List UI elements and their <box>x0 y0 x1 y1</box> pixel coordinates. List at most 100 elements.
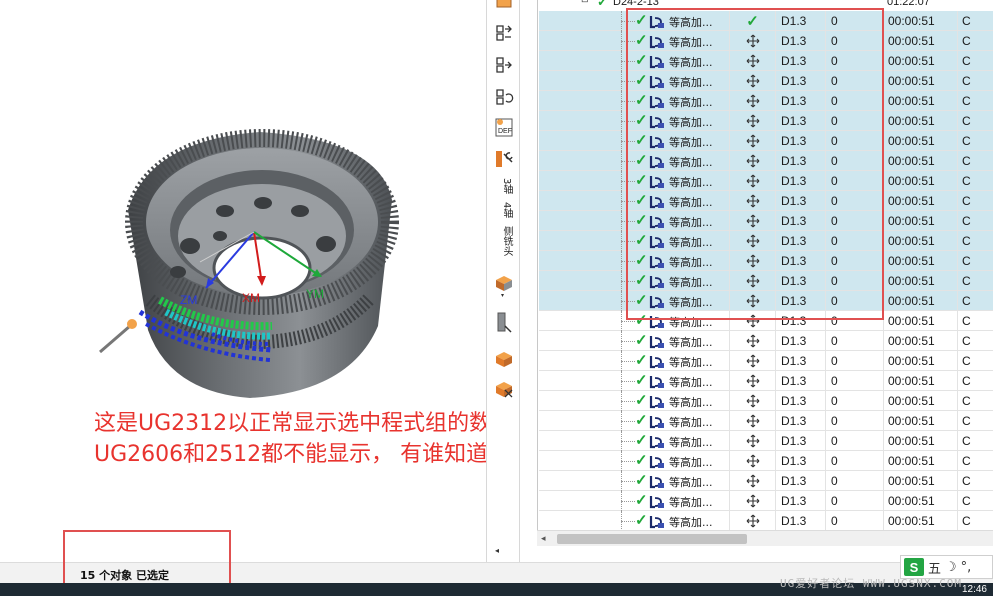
operation-row[interactable]: ✓ 等高加... ✓ D1.3 0 00:00:51 C <box>539 11 993 31</box>
time-cell: 00:00:51 <box>883 11 957 31</box>
time-cell: 00:00:51 <box>883 331 957 351</box>
operation-row[interactable]: ✓ 等高加... D1.3 0 00:00:51 C <box>539 31 993 51</box>
operation-row[interactable]: ✓ 等高加... D1.3 0 00:00:51 C <box>539 131 993 151</box>
operation-row[interactable]: ✓ 等高加... D1.3 0 00:00:51 C <box>539 271 993 291</box>
move-path-icon <box>729 351 775 371</box>
operation-row[interactable]: ✓ 等高加... D1.3 0 00:00:51 C <box>539 191 993 211</box>
operation-row[interactable]: ✓ 等高加... D1.3 0 00:00:51 C <box>539 291 993 311</box>
collapse-group-icon[interactable]: ⊟ <box>581 0 589 5</box>
annotation-text: 这是UG2312以正常显示选中程式组的数量 UG2606和2512都不能显示， … <box>94 408 513 470</box>
operation-row[interactable]: ✓ 等高加... D1.3 0 00:00:51 C <box>539 151 993 171</box>
toolbar-label-side-head[interactable]: 侧铣头 <box>494 226 512 256</box>
operation-row[interactable]: ✓ 等高加... D1.3 0 00:00:51 C <box>539 351 993 371</box>
wrench-icon <box>496 151 513 167</box>
operation-row[interactable]: ✓ 等高加... D1.3 0 00:00:51 C <box>539 311 993 331</box>
time-cell: 00:00:51 <box>883 111 957 131</box>
operation-name: 等高加... <box>669 196 713 209</box>
toolbar-label-4axis[interactable]: 4轴 <box>494 202 512 218</box>
operation-row[interactable]: ✓ 等高加... D1.3 0 00:00:51 C <box>539 471 993 491</box>
cut-order-button[interactable] <box>491 20 517 46</box>
xm-axis-label: XM <box>242 291 260 305</box>
ime-mode-label: 五 <box>928 561 942 577</box>
operation-status-check-icon: ✓ <box>635 312 648 329</box>
operation-name: 等高加... <box>669 236 713 249</box>
operation-row[interactable]: ✓ 等高加... D1.3 0 00:00:51 C <box>539 331 993 351</box>
operation-row[interactable]: ✓ 等高加... D1.3 0 00:00:51 C <box>539 411 993 431</box>
tool-wrench-button[interactable] <box>491 146 517 172</box>
operation-row[interactable]: ✓ 等高加... D1.3 0 00:00:51 C <box>539 111 993 131</box>
operation-status-check-icon: ✓ <box>635 352 648 369</box>
move-order-icon <box>496 57 512 73</box>
tree-guide-branch <box>621 461 635 462</box>
operation-row[interactable]: ✓ 等高加... D1.3 0 00:00:51 C <box>539 391 993 411</box>
cutter-button[interactable] <box>491 310 517 336</box>
method-icon <box>496 382 513 398</box>
tool-cell: D1.3 <box>775 251 825 271</box>
time-cell: 00:00:51 <box>883 51 957 71</box>
extra-cell: C <box>957 111 993 131</box>
extra-cell: C <box>957 311 993 331</box>
scrollbar-thumb[interactable] <box>557 534 747 544</box>
tool-cell: D1.3 <box>775 71 825 91</box>
operation-status-check-icon: ✓ <box>635 452 648 469</box>
scroll-left-arrow-icon[interactable]: ◂ <box>541 533 546 544</box>
move-order-button[interactable] <box>491 52 517 78</box>
extra-cell: C <box>957 231 993 251</box>
operation-row[interactable]: ✓ 等高加... D1.3 0 00:00:51 C <box>539 91 993 111</box>
workpiece-button[interactable]: ▾ <box>491 272 517 298</box>
tree-guide-branch <box>621 321 635 322</box>
create-program-button[interactable] <box>491 0 517 14</box>
operation-row[interactable]: ✓ 等高加... D1.3 0 00:00:51 C <box>539 171 993 191</box>
offset-cell: 0 <box>825 251 883 271</box>
zlevel-operation-icon <box>649 136 664 149</box>
operation-row[interactable]: ✓ 等高加... D1.3 0 00:00:51 C <box>539 491 993 511</box>
move-path-icon <box>729 511 775 530</box>
operation-name: 等高加... <box>669 156 713 169</box>
toolbar-label-3axis[interactable]: 3轴 <box>494 178 512 194</box>
tree-guide-branch <box>621 221 635 222</box>
operation-status-check-icon: ✓ <box>635 12 648 29</box>
tree-guide-branch <box>621 81 635 82</box>
collapse-toolbar-icon[interactable]: ◂ <box>495 546 499 555</box>
group-time: 01:22:07 <box>887 0 930 8</box>
zlevel-operation-icon <box>649 116 664 129</box>
operation-status-check-icon: ✓ <box>635 32 648 49</box>
program-group-row[interactable]: ⊟ ✓ D24-2-13 01:22:07 <box>539 0 993 9</box>
extra-cell: C <box>957 171 993 191</box>
operation-status-check-icon: ✓ <box>635 92 648 109</box>
offset-cell: 0 <box>825 211 883 231</box>
zlevel-operation-icon <box>649 156 664 169</box>
operation-row[interactable]: ✓ 等高加... D1.3 0 00:00:51 C <box>539 431 993 451</box>
tool-cell: D1.3 <box>775 471 825 491</box>
time-cell: 00:00:51 <box>883 311 957 331</box>
time-cell: 00:00:51 <box>883 31 957 51</box>
punctuation-icon: °, <box>960 559 972 575</box>
refresh-order-button[interactable] <box>491 84 517 110</box>
operation-row[interactable]: ✓ 等高加... D1.3 0 00:00:51 C <box>539 511 993 530</box>
horizontal-scrollbar[interactable]: ◂ <box>537 530 993 546</box>
move-path-icon <box>729 491 775 511</box>
time-cell: 00:00:51 <box>883 151 957 171</box>
operation-row[interactable]: ✓ 等高加... D1.3 0 00:00:51 C <box>539 371 993 391</box>
tool-cell: D1.3 <box>775 151 825 171</box>
tool-cell: D1.3 <box>775 291 825 311</box>
tree-guide-branch <box>621 521 635 522</box>
operation-row[interactable]: ✓ 等高加... D1.3 0 00:00:51 C <box>539 211 993 231</box>
zlevel-operation-icon <box>649 96 664 109</box>
operation-row[interactable]: ✓ 等高加... D1.3 0 00:00:51 C <box>539 451 993 471</box>
operation-row[interactable]: ✓ 等高加... D1.3 0 00:00:51 C <box>539 71 993 91</box>
tool-cell: D1.3 <box>775 511 825 530</box>
graphics-viewport[interactable]: ZM XM YM 这是UG2312以正常显示选中程式组的数量 UG2606和25… <box>0 0 513 562</box>
zlevel-operation-icon <box>649 356 664 369</box>
tool-cell: D1.3 <box>775 111 825 131</box>
move-path-icon <box>729 251 775 271</box>
operation-row[interactable]: ✓ 等高加... D1.3 0 00:00:51 C <box>539 231 993 251</box>
offset-cell: 0 <box>825 31 883 51</box>
def-button[interactable]: DEF <box>491 114 517 140</box>
operation-row[interactable]: ✓ 等高加... D1.3 0 00:00:51 C <box>539 251 993 271</box>
geometry-button[interactable] <box>491 346 517 372</box>
operation-row[interactable]: ✓ 等高加... D1.3 0 00:00:51 C <box>539 51 993 71</box>
time-cell: 00:00:51 <box>883 291 957 311</box>
zlevel-operation-icon <box>649 236 664 249</box>
method-button[interactable] <box>491 376 517 402</box>
